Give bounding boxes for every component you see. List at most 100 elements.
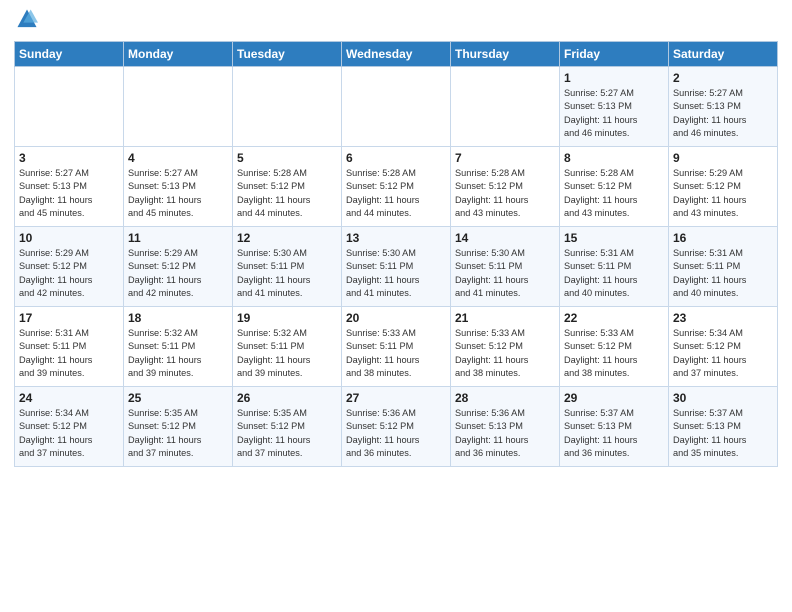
day-number: 22 (564, 311, 664, 325)
day-info: Sunrise: 5:27 AMSunset: 5:13 PMDaylight:… (673, 87, 773, 140)
day-info: Sunrise: 5:33 AMSunset: 5:11 PMDaylight:… (346, 327, 446, 380)
calendar-cell: 24 Sunrise: 5:34 AMSunset: 5:12 PMDayligh… (15, 387, 124, 467)
header (14, 10, 778, 35)
day-info: Sunrise: 5:35 AMSunset: 5:12 PMDaylight:… (128, 407, 228, 460)
calendar-cell: 6 Sunrise: 5:28 AMSunset: 5:12 PMDaylight… (342, 147, 451, 227)
calendar-cell: 27 Sunrise: 5:36 AMSunset: 5:12 PMDayligh… (342, 387, 451, 467)
calendar-cell: 7Sunrise: 5:28 AMSunset: 5:12 PMDaylight… (451, 147, 560, 227)
calendar-cell (342, 67, 451, 147)
calendar-cell: 20 Sunrise: 5:33 AMSunset: 5:11 PMDayligh… (342, 307, 451, 387)
day-number: 10 (19, 231, 119, 245)
day-info: Sunrise: 5:27 AMSunset: 5:13 PMDaylight:… (19, 167, 119, 220)
calendar-cell: 22 Sunrise: 5:33 AMSunset: 5:12 PMDayligh… (560, 307, 669, 387)
calendar-day-header: Monday (124, 42, 233, 67)
day-number: 6 (346, 151, 446, 165)
calendar-week-row: 1 Sunrise: 5:27 AMSunset: 5:13 PMDaylight… (15, 67, 778, 147)
calendar-header-row: SundayMondayTuesdayWednesdayThursdayFrid… (15, 42, 778, 67)
calendar-cell: 8Sunrise: 5:28 AMSunset: 5:12 PMDaylight… (560, 147, 669, 227)
day-info: Sunrise: 5:27 AMSunset: 5:13 PMDaylight:… (128, 167, 228, 220)
day-info: Sunrise: 5:30 AMSunset: 5:11 PMDaylight:… (346, 247, 446, 300)
calendar-cell: 1 Sunrise: 5:27 AMSunset: 5:13 PMDaylight… (560, 67, 669, 147)
day-number: 30 (673, 391, 773, 405)
day-info: Sunrise: 5:37 AMSunset: 5:13 PMDaylight:… (673, 407, 773, 460)
logo-icon (16, 8, 38, 30)
day-info: Sunrise: 5:29 AMSunset: 5:12 PMDaylight:… (128, 247, 228, 300)
day-info: Sunrise: 5:35 AMSunset: 5:12 PMDaylight:… (237, 407, 337, 460)
calendar-cell: 15Sunrise: 5:31 AMSunset: 5:11 PMDayligh… (560, 227, 669, 307)
calendar-cell: 16Sunrise: 5:31 AMSunset: 5:11 PMDayligh… (669, 227, 778, 307)
calendar-cell: 12 Sunrise: 5:30 AMSunset: 5:11 PMDayligh… (233, 227, 342, 307)
day-info: Sunrise: 5:28 AMSunset: 5:12 PMDaylight:… (237, 167, 337, 220)
calendar-cell (15, 67, 124, 147)
day-number: 2 (673, 71, 773, 85)
calendar-day-header: Wednesday (342, 42, 451, 67)
calendar-cell: 23 Sunrise: 5:34 AMSunset: 5:12 PMDayligh… (669, 307, 778, 387)
calendar-cell: 10 Sunrise: 5:29 AMSunset: 5:12 PMDayligh… (15, 227, 124, 307)
day-number: 15 (564, 231, 664, 245)
day-number: 3 (19, 151, 119, 165)
logo (14, 10, 38, 35)
day-number: 12 (237, 231, 337, 245)
day-number: 11 (128, 231, 228, 245)
day-info: Sunrise: 5:33 AMSunset: 5:12 PMDaylight:… (455, 327, 555, 380)
calendar-cell: 19Sunrise: 5:32 AMSunset: 5:11 PMDayligh… (233, 307, 342, 387)
day-info: Sunrise: 5:29 AMSunset: 5:12 PMDaylight:… (673, 167, 773, 220)
calendar-week-row: 24 Sunrise: 5:34 AMSunset: 5:12 PMDayligh… (15, 387, 778, 467)
day-info: Sunrise: 5:36 AMSunset: 5:12 PMDaylight:… (346, 407, 446, 460)
day-info: Sunrise: 5:28 AMSunset: 5:12 PMDaylight:… (346, 167, 446, 220)
day-info: Sunrise: 5:31 AMSunset: 5:11 PMDaylight:… (19, 327, 119, 380)
day-number: 25 (128, 391, 228, 405)
day-number: 7 (455, 151, 555, 165)
calendar-cell: 26 Sunrise: 5:35 AMSunset: 5:12 PMDayligh… (233, 387, 342, 467)
calendar-cell: 5 Sunrise: 5:28 AMSunset: 5:12 PMDaylight… (233, 147, 342, 227)
day-number: 14 (455, 231, 555, 245)
day-info: Sunrise: 5:30 AMSunset: 5:11 PMDaylight:… (455, 247, 555, 300)
day-number: 16 (673, 231, 773, 245)
day-info: Sunrise: 5:36 AMSunset: 5:13 PMDaylight:… (455, 407, 555, 460)
day-number: 29 (564, 391, 664, 405)
calendar: SundayMondayTuesdayWednesdayThursdayFrid… (14, 41, 778, 467)
calendar-cell: 4 Sunrise: 5:27 AMSunset: 5:13 PMDaylight… (124, 147, 233, 227)
day-info: Sunrise: 5:28 AMSunset: 5:12 PMDaylight:… (564, 167, 664, 220)
calendar-cell: 9Sunrise: 5:29 AMSunset: 5:12 PMDaylight… (669, 147, 778, 227)
calendar-cell: 25 Sunrise: 5:35 AMSunset: 5:12 PMDayligh… (124, 387, 233, 467)
calendar-day-header: Friday (560, 42, 669, 67)
page: SundayMondayTuesdayWednesdayThursdayFrid… (0, 0, 792, 477)
day-number: 24 (19, 391, 119, 405)
day-number: 5 (237, 151, 337, 165)
day-info: Sunrise: 5:33 AMSunset: 5:12 PMDaylight:… (564, 327, 664, 380)
day-info: Sunrise: 5:32 AMSunset: 5:11 PMDaylight:… (128, 327, 228, 380)
calendar-cell (451, 67, 560, 147)
calendar-week-row: 3 Sunrise: 5:27 AMSunset: 5:13 PMDaylight… (15, 147, 778, 227)
calendar-week-row: 10 Sunrise: 5:29 AMSunset: 5:12 PMDayligh… (15, 227, 778, 307)
calendar-cell: 14 Sunrise: 5:30 AMSunset: 5:11 PMDayligh… (451, 227, 560, 307)
day-info: Sunrise: 5:29 AMSunset: 5:12 PMDaylight:… (19, 247, 119, 300)
day-info: Sunrise: 5:27 AMSunset: 5:13 PMDaylight:… (564, 87, 664, 140)
calendar-day-header: Tuesday (233, 42, 342, 67)
day-number: 17 (19, 311, 119, 325)
day-number: 18 (128, 311, 228, 325)
day-info: Sunrise: 5:30 AMSunset: 5:11 PMDaylight:… (237, 247, 337, 300)
calendar-week-row: 17 Sunrise: 5:31 AMSunset: 5:11 PMDayligh… (15, 307, 778, 387)
day-number: 1 (564, 71, 664, 85)
calendar-cell: 17 Sunrise: 5:31 AMSunset: 5:11 PMDayligh… (15, 307, 124, 387)
day-number: 4 (128, 151, 228, 165)
calendar-cell: 13Sunrise: 5:30 AMSunset: 5:11 PMDayligh… (342, 227, 451, 307)
calendar-cell: 11 Sunrise: 5:29 AMSunset: 5:12 PMDayligh… (124, 227, 233, 307)
calendar-cell: 3 Sunrise: 5:27 AMSunset: 5:13 PMDaylight… (15, 147, 124, 227)
calendar-day-header: Thursday (451, 42, 560, 67)
day-number: 19 (237, 311, 337, 325)
calendar-cell (124, 67, 233, 147)
calendar-cell: 28Sunrise: 5:36 AMSunset: 5:13 PMDayligh… (451, 387, 560, 467)
day-info: Sunrise: 5:34 AMSunset: 5:12 PMDaylight:… (19, 407, 119, 460)
calendar-cell (233, 67, 342, 147)
day-number: 23 (673, 311, 773, 325)
calendar-cell: 29 Sunrise: 5:37 AMSunset: 5:13 PMDayligh… (560, 387, 669, 467)
day-number: 26 (237, 391, 337, 405)
day-info: Sunrise: 5:37 AMSunset: 5:13 PMDaylight:… (564, 407, 664, 460)
day-number: 20 (346, 311, 446, 325)
calendar-day-header: Sunday (15, 42, 124, 67)
day-number: 27 (346, 391, 446, 405)
day-info: Sunrise: 5:34 AMSunset: 5:12 PMDaylight:… (673, 327, 773, 380)
calendar-cell: 21Sunrise: 5:33 AMSunset: 5:12 PMDayligh… (451, 307, 560, 387)
